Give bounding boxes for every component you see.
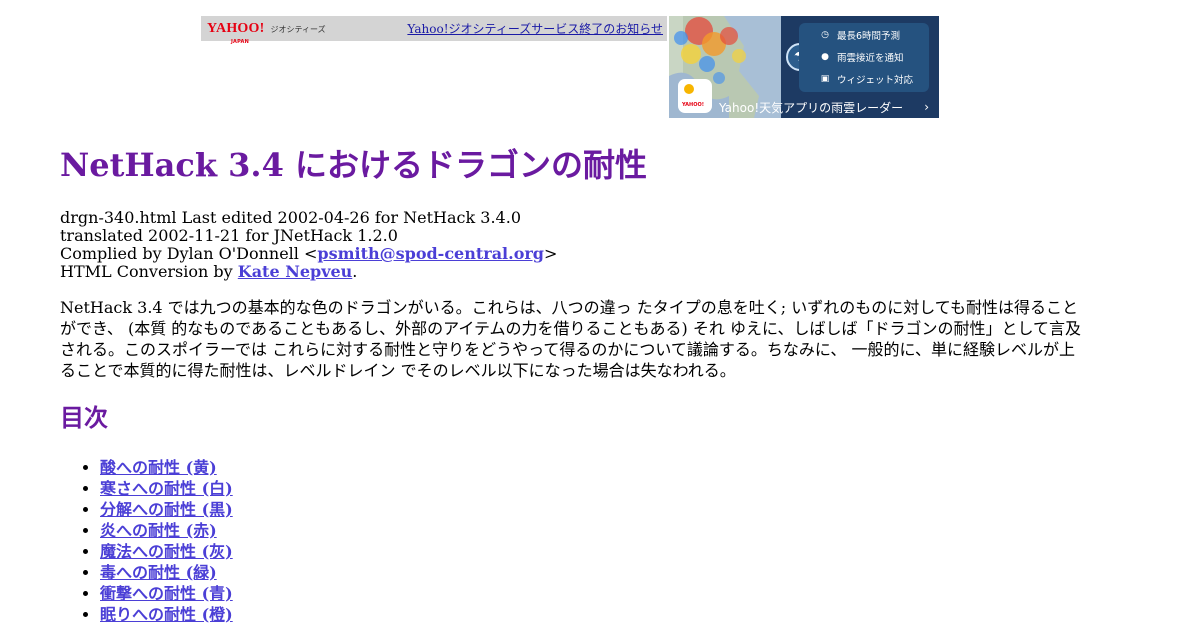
service-end-notice-link[interactable]: Yahoo!ジオシティーズサービス終了のお知らせ	[407, 20, 663, 37]
meta-line-compiled: Complied by Dylan O'Donnell <psmith@spod…	[60, 245, 557, 263]
ad-cta-label: Yahoo!天気アプリの雨雲レーダー	[719, 100, 904, 115]
yahoo-logo[interactable]: YAHOO! JAPAN ジオシティーズ	[207, 21, 326, 45]
compiled-suffix: >	[544, 244, 558, 263]
conversion-suffix: .	[352, 262, 358, 281]
location-pin-icon: ●	[821, 52, 829, 62]
sun-icon	[684, 84, 694, 94]
toc-link-acid[interactable]: 酸への耐性 (黄)	[100, 458, 217, 477]
conversion-prefix: HTML Conversion by	[60, 262, 238, 281]
toc-link-disintegration[interactable]: 分解への耐性 (黒)	[100, 500, 233, 519]
geocities-service-name: ジオシティーズ	[270, 24, 326, 34]
weather-app-icon: YAHOO!	[678, 79, 712, 113]
toc-link-shock[interactable]: 衝撃への耐性 (青)	[100, 584, 233, 603]
ad-feature-item: ◷ 最長6時間予測	[819, 26, 900, 44]
widget-icon: ▣	[820, 74, 830, 84]
converter-link[interactable]: Kate Nepveu	[238, 262, 353, 281]
yahoo-logo-sub: JAPAN	[231, 38, 249, 45]
toc-link-sleep[interactable]: 眠りへの耐性 (橙)	[100, 605, 233, 624]
toc-item: 衝撃への耐性 (青)	[100, 583, 233, 604]
ad-feature-item: ▣ ウィジェット対応	[819, 70, 913, 88]
weather-app-ad[interactable]: ☂ ◷ 最長6時間予測 ● 雨雲接近を通知 ▣ ウィジェット対応 Yahoo!天…	[669, 16, 939, 118]
meta-line-translated: translated 2002-11-21 for JNetHack 1.2.0	[60, 226, 398, 245]
author-email-link[interactable]: psmith@spod-central.org	[317, 244, 544, 263]
compiled-prefix: Complied by Dylan O'Donnell <	[60, 244, 318, 263]
intro-paragraph: NetHack 3.4 では九つの基本的な色のドラゴンがいる。これらは、八つの違…	[60, 298, 1081, 380]
toc-link-cold[interactable]: 寒さへの耐性 (白)	[100, 479, 233, 498]
toc-item: 酸への耐性 (黄)	[100, 457, 233, 478]
toc-item: 毒への耐性 (緑)	[100, 562, 233, 583]
toc-item: 魔法への耐性 (灰)	[100, 541, 233, 562]
geocities-banner: YAHOO! JAPAN ジオシティーズ Yahoo!ジオシティーズサービス終了の…	[201, 16, 667, 45]
meta-line-edited: drgn-340.html Last edited 2002-04-26 for…	[60, 208, 521, 227]
toc-item: 分解への耐性 (黒)	[100, 499, 233, 520]
table-of-contents: 酸への耐性 (黄) 寒さへの耐性 (白) 分解への耐性 (黒) 炎への耐性 (赤…	[60, 457, 233, 625]
page-meta: drgn-340.html Last edited 2002-04-26 for…	[60, 209, 557, 281]
toc-item: 炎への耐性 (赤)	[100, 520, 233, 541]
meta-line-conversion: HTML Conversion by Kate Nepveu.	[60, 263, 557, 281]
toc-heading: 目次	[60, 403, 108, 432]
yahoo-logo-text: YAHOO! JAPAN	[207, 21, 264, 45]
app-icon-label: YAHOO!	[682, 102, 704, 108]
ad-feature-item: ● 雨雲接近を通知	[819, 48, 904, 66]
chevron-right-icon: ›	[924, 100, 929, 114]
ad-feature-label: ウィジェット対応	[837, 75, 914, 86]
clock-icon: ◷	[821, 30, 829, 40]
page-title: NetHack 3.4 におけるドラゴンの耐性	[60, 146, 647, 184]
toc-link-poison[interactable]: 毒への耐性 (緑)	[100, 563, 217, 582]
toc-item: 寒さへの耐性 (白)	[100, 478, 233, 499]
toc-item: 眠りへの耐性 (橙)	[100, 604, 233, 625]
ad-feature-label: 雨雲接近を通知	[837, 53, 904, 64]
ad-feature-panel: ◷ 最長6時間予測 ● 雨雲接近を通知 ▣ ウィジェット対応	[799, 23, 929, 92]
ad-feature-label: 最長6時間予測	[837, 31, 901, 42]
toc-link-fire[interactable]: 炎への耐性 (赤)	[100, 521, 217, 540]
toc-link-magic[interactable]: 魔法への耐性 (灰)	[100, 542, 233, 561]
